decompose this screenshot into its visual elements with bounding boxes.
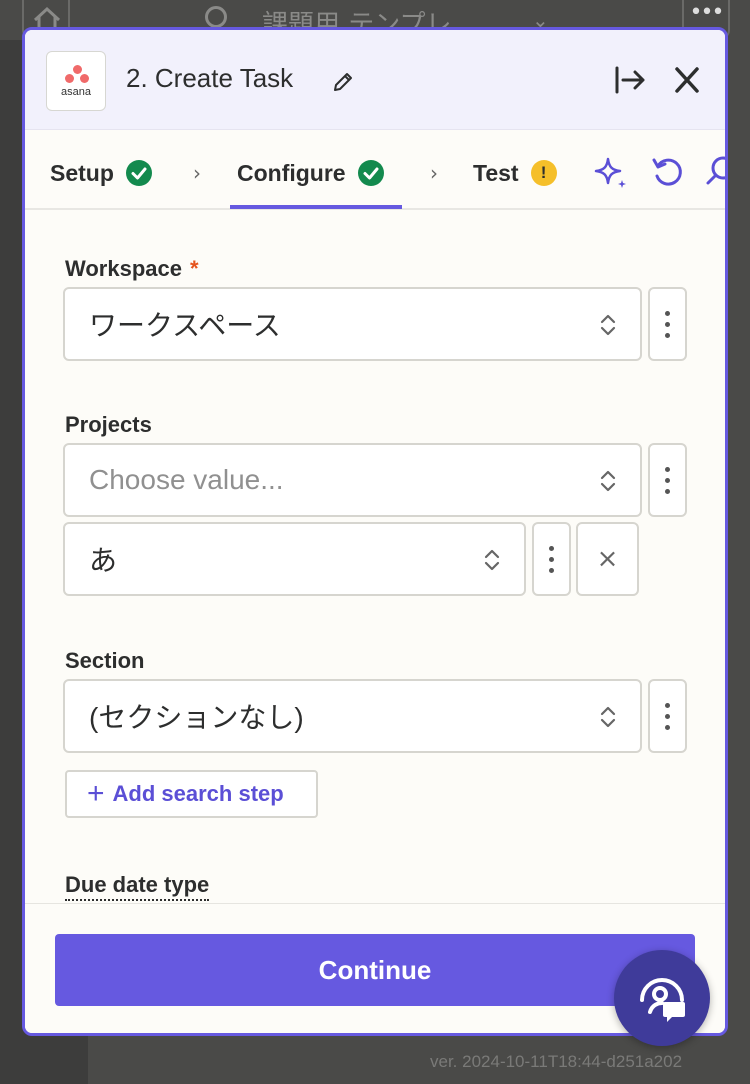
section-label: Section	[65, 648, 145, 673]
up-down-chevron-icon	[484, 549, 500, 571]
user-icon	[205, 6, 227, 28]
check-icon	[357, 160, 384, 186]
tab-configure-label: Configure	[237, 159, 346, 186]
workspace-select[interactable]: ワークスペース	[63, 287, 642, 361]
add-search-step-label: Add search step	[112, 781, 284, 806]
chevron-right-icon: ›	[193, 161, 201, 185]
version-label: ver. 2024-10-11T18:44-d251a202	[430, 1052, 683, 1071]
ai-sparkle-icon[interactable]	[593, 154, 629, 190]
remove-project-button[interactable]: ×	[576, 522, 639, 596]
project-value: あ	[89, 545, 118, 576]
up-down-chevron-icon	[600, 314, 616, 336]
tab-setup[interactable]: Setup	[50, 153, 152, 193]
projects-placeholder: Choose value...	[89, 464, 284, 495]
projects-options-button[interactable]	[648, 443, 687, 517]
reset-icon[interactable]	[650, 154, 686, 190]
plus-icon: +	[87, 777, 105, 810]
continue-button[interactable]: Continue	[55, 934, 695, 1006]
required-marker: *	[189, 256, 199, 281]
add-search-step-button[interactable]: + Add search step	[65, 770, 318, 818]
project-value-options-button[interactable]	[532, 522, 571, 596]
asana-logo: asana	[46, 51, 106, 111]
section-value: (セクションなし)	[89, 702, 304, 733]
close-icon[interactable]	[669, 64, 705, 96]
workspace-options-button[interactable]	[648, 287, 687, 361]
section-options-button[interactable]	[648, 679, 687, 753]
warning-icon: !	[530, 160, 557, 186]
close-icon: ×	[596, 544, 619, 574]
tab-test-label: Test	[473, 159, 519, 186]
support-agent-icon	[640, 978, 685, 1022]
asana-wordmark: asana	[61, 86, 91, 98]
projects-label: Projects	[65, 412, 152, 437]
up-down-chevron-icon	[600, 706, 616, 728]
workspace-value: ワークスペース	[89, 310, 281, 341]
panel-header: asana 2. Create Task	[25, 30, 725, 130]
chevron-right-icon: ›	[430, 161, 438, 185]
pencil-icon[interactable]	[331, 70, 355, 94]
asana-logo-dots	[65, 65, 89, 83]
step-title: 2. Create Task	[126, 63, 294, 93]
check-icon	[125, 160, 152, 186]
workspace-label-text: Workspace	[65, 256, 182, 281]
tab-configure[interactable]: Configure	[237, 153, 384, 193]
step-editor-panel: asana 2. Create Task Setup › Configure ›	[22, 27, 728, 1036]
active-tab-indicator	[230, 205, 402, 209]
due-date-type-label[interactable]: Due date type	[65, 872, 210, 901]
open-in-panel-icon[interactable]	[613, 64, 649, 96]
search-icon[interactable]	[705, 154, 728, 190]
help-chat-button[interactable]	[614, 950, 710, 1046]
project-value-select[interactable]: あ	[63, 522, 526, 596]
workspace-label: Workspace *	[65, 256, 199, 282]
up-down-chevron-icon	[600, 470, 616, 492]
tab-test[interactable]: Test !	[473, 153, 557, 193]
step-tabs: Setup › Configure › Test !	[25, 131, 725, 210]
section-select[interactable]: (セクションなし)	[63, 679, 642, 753]
projects-select[interactable]: Choose value...	[63, 443, 642, 517]
tab-setup-label: Setup	[50, 159, 114, 186]
configure-form: Workspace * ワークスペース Projects Choose value…	[25, 212, 725, 902]
